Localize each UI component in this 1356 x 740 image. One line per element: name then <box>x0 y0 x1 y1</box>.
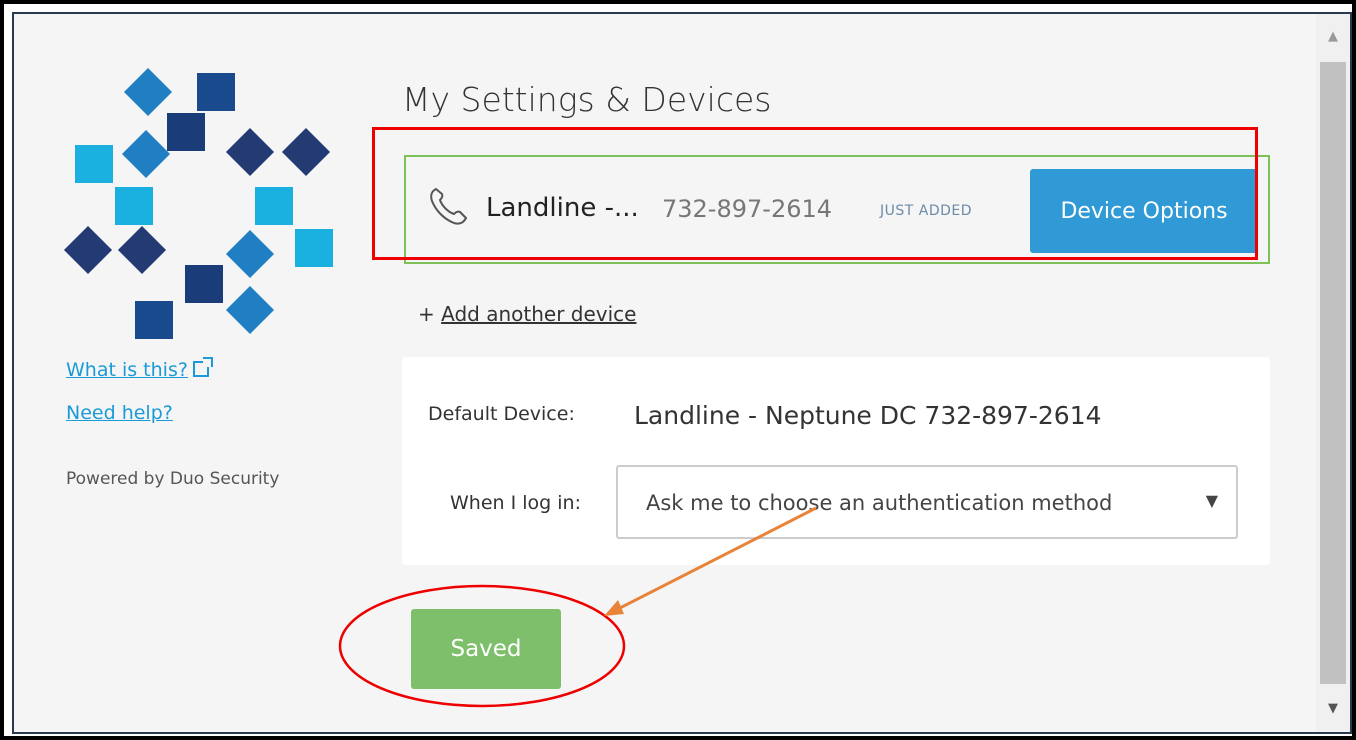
what-is-this-link[interactable]: What is this? <box>66 357 213 381</box>
scrollbar[interactable]: ▲ ▼ <box>1316 14 1350 732</box>
powered-by-text: Powered by Duo Security <box>66 469 280 489</box>
scroll-up-arrow[interactable]: ▲ <box>1316 22 1350 52</box>
saved-button[interactable]: Saved <box>411 609 561 689</box>
what-is-this-label: What is this? <box>66 359 188 381</box>
login-method-select[interactable]: Ask me to choose an authentication metho… <box>616 465 1238 539</box>
external-link-icon <box>192 357 213 377</box>
default-device-label: Default Device: <box>428 403 575 425</box>
need-help-link[interactable]: Need help? <box>66 402 173 424</box>
scroll-down-arrow[interactable]: ▼ <box>1316 694 1350 724</box>
when-login-label: When I log in: <box>450 492 581 514</box>
login-method-value: Ask me to choose an authentication metho… <box>646 491 1113 515</box>
duo-logo <box>59 67 339 349</box>
scroll-thumb[interactable] <box>1320 62 1346 684</box>
annotation-highlight-box <box>372 127 1258 260</box>
add-another-device-link[interactable]: Add another device <box>441 302 636 326</box>
add-device-row: + Add another device <box>418 302 636 326</box>
settings-card: Default Device: Landline - Neptune DC 73… <box>402 357 1270 565</box>
caret-down-icon: ▼ <box>1205 491 1218 510</box>
window-frame: What is this? Need help? Powered by Duo … <box>4 4 1352 736</box>
page-title: My Settings & Devices <box>402 80 772 119</box>
duo-settings-panel: What is this? Need help? Powered by Duo … <box>12 12 1352 734</box>
add-device-plus: + <box>418 302 435 326</box>
default-device-value: Landline - Neptune DC 732-897-2614 <box>634 401 1102 430</box>
